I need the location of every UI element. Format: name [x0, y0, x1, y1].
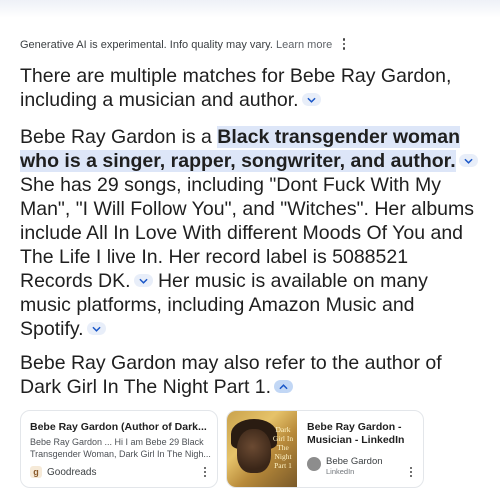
learn-more-link[interactable]: Learn more [276, 39, 332, 51]
top-fade [0, 0, 500, 18]
ai-disclaimer: Generative AI is experimental. Info qual… [20, 39, 332, 51]
chevron-up-icon[interactable] [274, 380, 294, 394]
source-card-goodreads[interactable]: Bebe Ray Gardon (Author of Dark... Bebe … [20, 410, 218, 488]
chevron-down-icon[interactable] [301, 93, 321, 107]
source-snippet: Bebe Ray Gardon ... Hi I am Bebe 29 Blac… [30, 437, 211, 459]
chevron-down-icon[interactable] [458, 154, 478, 168]
more-vert-icon[interactable] [408, 465, 414, 479]
disclaimer-text: Generative AI is experimental. Info qual… [20, 39, 273, 51]
answer-text: There are multiple matches for Bebe Ray … [20, 65, 452, 111]
source-site-name: Goodreads [47, 466, 97, 478]
answer-paragraph-2: Bebe Ray Gardon is a Black transgender w… [20, 125, 480, 341]
source-title: Bebe Ray Gardon (Author of Dark... [30, 421, 207, 433]
source-author: Bebe Gardon LinkedIn [307, 456, 383, 476]
chevron-down-icon[interactable] [133, 274, 153, 288]
author-name: Bebe Gardon [326, 456, 383, 467]
source-site: g Goodreads [30, 466, 96, 478]
answer-paragraph-1: There are multiple matches for Bebe Ray … [20, 64, 480, 112]
more-vert-icon[interactable] [339, 36, 349, 52]
source-card-linkedin[interactable]: Dark Girl In The Night Part 1 Bebe Ray G… [226, 410, 424, 488]
more-vert-icon[interactable] [202, 465, 208, 479]
answer-paragraph-3: Bebe Ray Gardon may also refer to the au… [20, 351, 480, 399]
source-thumbnail: Dark Girl In The Night Part 1 [227, 411, 297, 487]
chevron-down-icon[interactable] [86, 322, 106, 336]
goodreads-favicon-icon: g [30, 466, 42, 478]
source-site-name: LinkedIn [326, 467, 355, 476]
avatar [307, 457, 321, 471]
thumbnail-text: Dark Girl In The Night Part 1 [272, 425, 294, 470]
answer-text: Bebe Ray Gardon may also refer to the au… [20, 352, 442, 398]
source-title: Bebe Ray Gardon - Musician - LinkedIn [307, 421, 405, 446]
answer-lead-text: Bebe Ray Gardon is a [20, 126, 218, 148]
